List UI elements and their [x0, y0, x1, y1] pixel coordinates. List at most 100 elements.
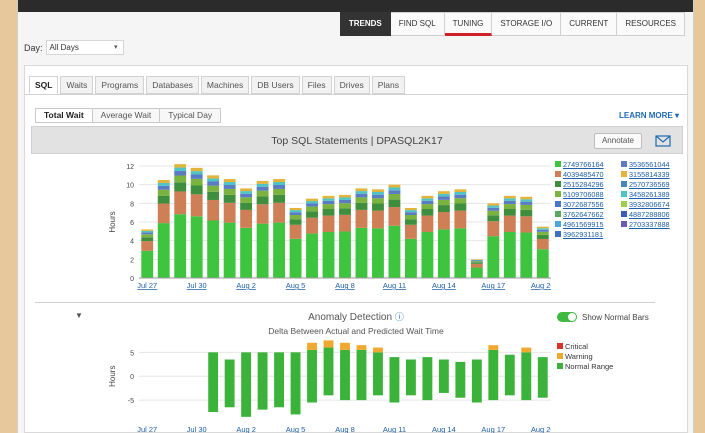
bar-segment [454, 228, 467, 278]
bar-segment [289, 215, 302, 220]
nav-tab-resources[interactable]: RESOURCES [617, 12, 685, 36]
legend-item[interactable]: 3072687556 [555, 199, 617, 209]
legend-item[interactable]: 3155814339 [621, 169, 683, 179]
bar-segment [503, 215, 516, 233]
bar-segment [174, 214, 187, 278]
legend-item[interactable]: 2515284296 [555, 179, 617, 189]
bar-segment [339, 231, 351, 278]
bar-segment [355, 191, 368, 194]
toggle-switch[interactable] [557, 312, 577, 322]
normal-range-bar [241, 352, 252, 417]
bar-segment [404, 210, 417, 213]
bar-segment [322, 204, 335, 210]
x-tick-label: Aug 20 [531, 425, 551, 433]
bar-segment [207, 191, 220, 200]
bar-segment [223, 194, 236, 203]
bar-segment [207, 181, 220, 186]
nav-tab-current[interactable]: CURRENT [561, 12, 618, 36]
chart-title: Top SQL Statements | DPASQL2K17 [271, 135, 443, 147]
wait-view-tabs: Total Wait Average Wait Typical Day [35, 108, 222, 123]
legend-label: 2515284296 [563, 179, 604, 189]
legend-item[interactable]: 5109706088 [555, 189, 617, 199]
bar-segment [454, 203, 467, 211]
legend-item[interactable]: 2749766164 [555, 159, 617, 169]
legend-item[interactable]: 3762647662 [555, 209, 617, 219]
legend-item[interactable]: 4039485470 [555, 169, 617, 179]
bar-segment [487, 210, 500, 216]
subtab-total-wait[interactable]: Total Wait [35, 108, 93, 123]
legend-item[interactable]: 3932806674 [621, 199, 683, 209]
anomaly-title-text: Anomaly Detection [308, 312, 393, 323]
bar-segment [223, 222, 236, 278]
bar-segment [339, 208, 351, 215]
bar-segment [520, 199, 533, 202]
bar-segment [207, 220, 220, 278]
nav-tab-storage-io[interactable]: STORAGE I/O [492, 12, 562, 36]
legend-item: Warning [557, 351, 613, 361]
legend-label: 3458261389 [629, 189, 670, 199]
learn-more-link[interactable]: LEARN MORE ▾ [619, 111, 679, 120]
bar-segment [223, 182, 236, 186]
bar-segment [520, 209, 533, 217]
top-sql-chart[interactable]: 0 2 4 6 8 10 12 Hours Jul 27 Jul 30 Aug 2 Aug 5 Aug … [35, 156, 551, 298]
legend-label: 5109706088 [563, 189, 604, 199]
nav-tab-trends[interactable]: TRENDS [339, 12, 391, 36]
legend-item[interactable]: 3536561044 [621, 159, 683, 169]
tab-programs[interactable]: Programs [95, 76, 145, 94]
show-normal-bars-toggle[interactable]: Show Normal Bars [557, 312, 649, 322]
bar-segment [388, 207, 401, 226]
legend-item[interactable]: 2570736569 [621, 179, 683, 189]
legend-label: 3536561044 [629, 159, 670, 169]
normal-range-bar [488, 349, 499, 401]
y-tick-label: 10 [126, 183, 134, 190]
bar-segment [322, 195, 335, 199]
bar-segment [157, 203, 170, 224]
normal-range-bar [521, 352, 532, 401]
bar-segment [470, 260, 483, 262]
normal-range-bar [208, 352, 219, 413]
bar-segment [289, 219, 302, 225]
day-select[interactable]: All Days ▾ [45, 40, 124, 55]
tab-waits[interactable]: Waits [60, 76, 94, 94]
tab-db-users[interactable]: DB Users [251, 76, 300, 94]
x-tick-label: Aug 17 [481, 281, 505, 290]
nav-tab-find-sql[interactable]: FIND SQL [390, 12, 445, 36]
legend-item[interactable]: 4887288806 [621, 209, 683, 219]
legend-swatch [557, 353, 563, 359]
annotate-button[interactable]: Annotate [593, 133, 642, 149]
legend-item[interactable]: 4961569915 [555, 219, 617, 229]
bar-segment [454, 210, 467, 229]
bar-segment [470, 259, 483, 260]
info-icon[interactable]: ⓘ [395, 312, 404, 322]
bar-segment [289, 208, 302, 211]
subtab-typical-day[interactable]: Typical Day [160, 108, 222, 123]
tab-drives[interactable]: Drives [333, 76, 370, 94]
legend-item[interactable]: 3962931181 [555, 229, 617, 239]
x-tick-label: Jul 27 [137, 281, 157, 290]
top-bar [18, 0, 693, 12]
tab-databases[interactable]: Databases [146, 76, 199, 94]
bar-segment [388, 190, 401, 194]
anomaly-legend: Critical Warning Normal Range [557, 341, 613, 371]
x-tick-label: Aug 11 [383, 425, 406, 433]
bar-segment [273, 185, 286, 189]
tab-machines[interactable]: Machines [200, 76, 250, 94]
legend-item[interactable]: 2703337888 [621, 219, 683, 229]
legend-item[interactable]: 3458261389 [621, 189, 683, 199]
normal-range-bar [257, 352, 268, 410]
nav-tab-tuning[interactable]: TUNING [444, 12, 493, 36]
bar-segment [454, 198, 467, 204]
subtab-average-wait[interactable]: Average Wait [92, 108, 161, 123]
tab-sql[interactable]: SQL [29, 76, 59, 94]
legend-label: 4887288806 [629, 209, 670, 219]
dimension-tabs: SQL Waits Programs Databases Machines DB… [29, 76, 407, 94]
anomaly-chart[interactable]: 5 0 -5 Hours Jul 27 Jul 30 Aug 2 Aug 5 Aug 8 Aug … [35, 336, 551, 433]
bar-segment [487, 215, 500, 222]
bar-segment [372, 191, 384, 195]
bar-segment [289, 212, 302, 215]
tab-plans[interactable]: Plans [371, 76, 405, 94]
bar-segment [223, 202, 236, 223]
tab-files[interactable]: Files [301, 76, 332, 94]
bar-segment [306, 201, 318, 204]
mail-icon[interactable] [652, 133, 674, 149]
